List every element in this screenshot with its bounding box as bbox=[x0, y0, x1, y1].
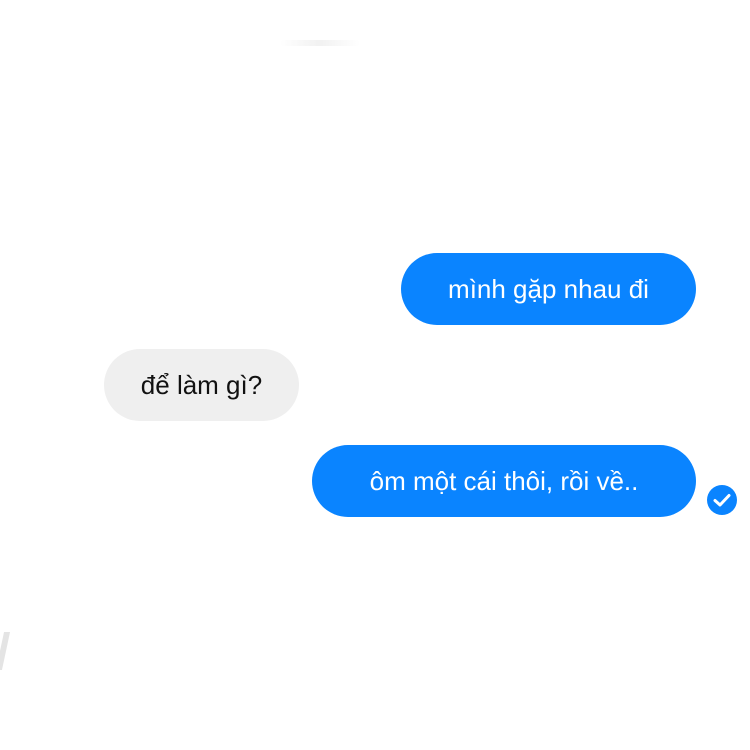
edge-artifact bbox=[0, 632, 11, 670]
chat-thread: mình gặp nhau đi để làm gì? ôm một cái t… bbox=[0, 0, 750, 750]
faded-artifact bbox=[280, 40, 360, 46]
message-text: để làm gì? bbox=[140, 370, 263, 400]
incoming-message-bubble[interactable]: để làm gì? bbox=[104, 349, 299, 421]
message-text: ôm một cái thôi, rồi về.. bbox=[369, 466, 639, 496]
message-text: mình gặp nhau đi bbox=[448, 274, 649, 304]
outgoing-message-bubble[interactable]: mình gặp nhau đi bbox=[401, 253, 696, 325]
check-circle-icon bbox=[707, 485, 737, 515]
outgoing-message-bubble[interactable]: ôm một cái thôi, rồi về.. bbox=[312, 445, 696, 517]
